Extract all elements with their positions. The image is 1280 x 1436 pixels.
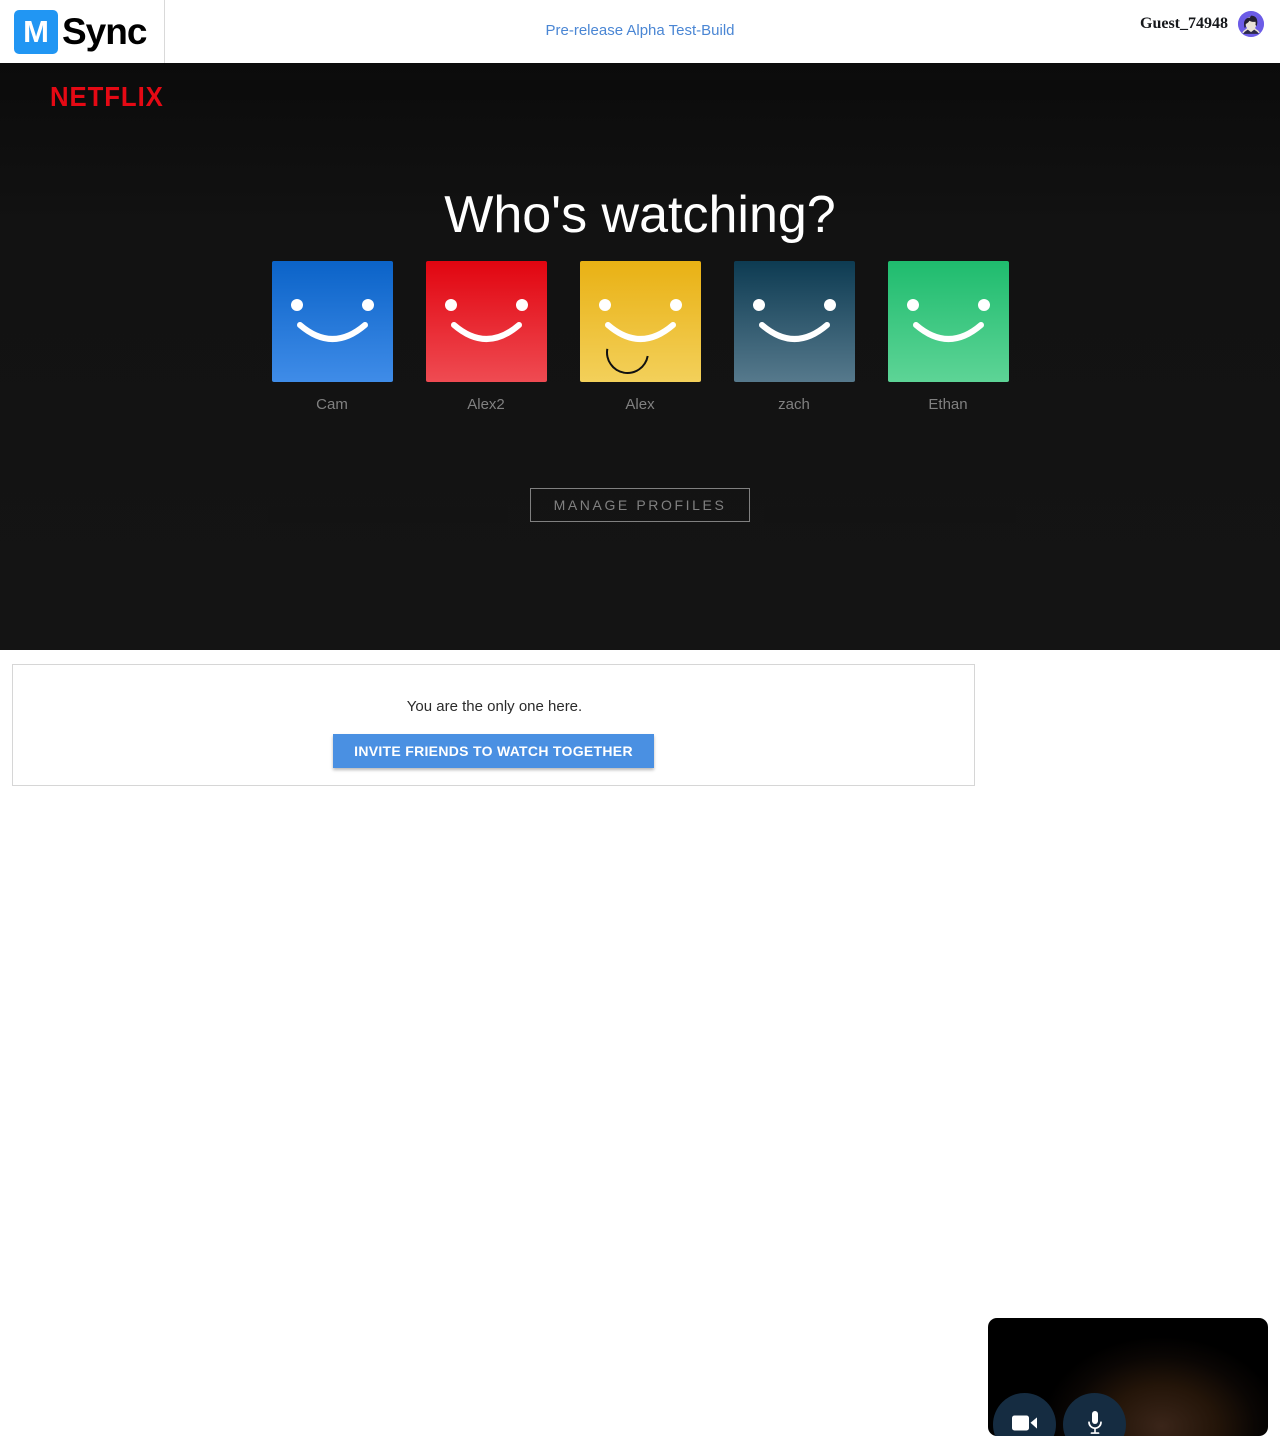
profile-avatar[interactable] — [271, 261, 393, 382]
profile-list: Cam Alex2 Alex zach Ethan — [0, 261, 1280, 414]
profile-item[interactable]: Ethan — [887, 261, 1009, 414]
profile-name-label: Ethan — [928, 396, 968, 413]
app-header: M Sync Pre-release Alpha Test-Build Gues… — [0, 0, 1280, 63]
user-account-area[interactable]: Guest_74948 — [1140, 8, 1264, 40]
toggle-mic-button[interactable] — [1063, 1393, 1126, 1436]
profile-item[interactable]: zach — [733, 261, 855, 414]
video-controls — [993, 1393, 1126, 1436]
video-camera-icon — [1011, 1414, 1038, 1435]
microphone-icon — [1085, 1410, 1105, 1436]
toggle-camera-button[interactable] — [993, 1393, 1056, 1436]
profile-item[interactable]: Alex2 — [425, 261, 547, 414]
row-band-right — [764, 507, 1016, 523]
invite-card: You are the only one here. INVITE FRIEND… — [12, 664, 975, 786]
netflix-logo: NETFLIX — [50, 81, 164, 112]
profile-name-label: Cam — [316, 396, 348, 413]
profile-item[interactable]: Cam — [271, 261, 393, 414]
row-band-left — [268, 507, 508, 523]
build-version-link[interactable]: Pre-release Alpha Test-Build — [0, 22, 1280, 39]
netflix-stage: NETFLIX Who's watching? Cam Alex2 Alex zach… — [0, 63, 1280, 650]
profile-avatar[interactable] — [887, 261, 1009, 382]
profile-name-label: Alex2 — [467, 396, 505, 413]
manage-profiles-button[interactable]: MANAGE PROFILES — [530, 488, 750, 522]
user-avatar-icon[interactable] — [1238, 11, 1264, 37]
self-video-preview[interactable] — [988, 1318, 1268, 1436]
profile-item[interactable]: Alex — [579, 261, 701, 414]
profile-avatar[interactable] — [579, 261, 701, 382]
invite-status-text: You are the only one here. — [406, 698, 583, 715]
profile-avatar[interactable] — [733, 261, 855, 382]
invite-friends-button[interactable]: INVITE FRIENDS TO WATCH TOGETHER — [333, 734, 654, 768]
page-title: Who's watching? — [444, 186, 836, 244]
user-name-label: Guest_74948 — [1140, 15, 1228, 32]
profile-name-label: zach — [778, 396, 810, 413]
profile-name-label: Alex — [625, 396, 655, 413]
watch-party-bar: You are the only one here. INVITE FRIEND… — [0, 650, 1280, 1436]
profile-avatar[interactable] — [425, 261, 547, 382]
